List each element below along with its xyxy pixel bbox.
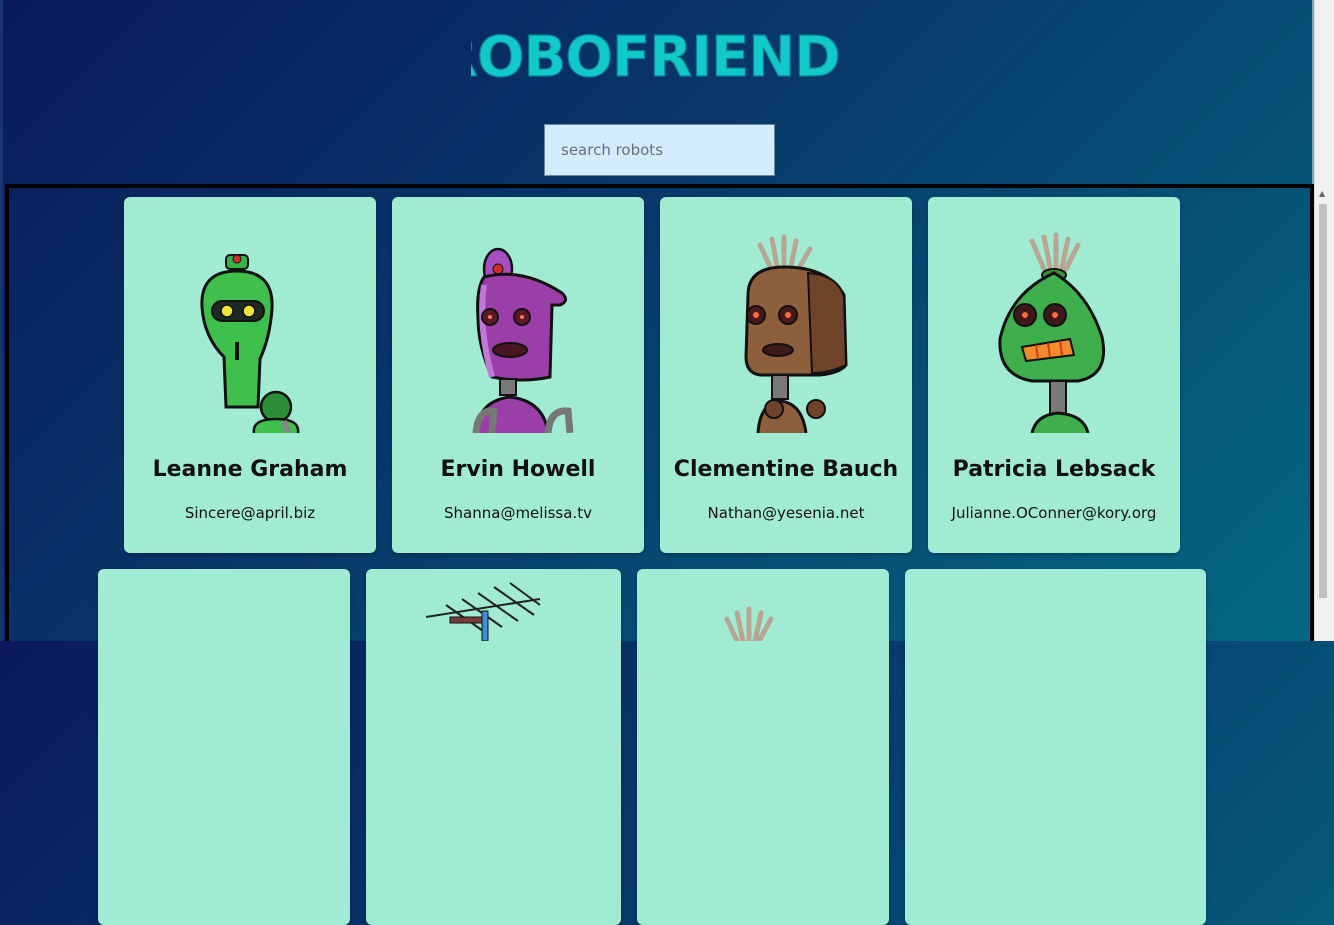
search-input[interactable] (544, 124, 775, 176)
card-list-scrollbar[interactable]: ▲ (1317, 188, 1329, 641)
robot-avatar-brown (744, 234, 848, 433)
robot-email: Julianne.OConner@kory.org (951, 504, 1157, 522)
robot-email: Nathan@yesenia.net (707, 504, 865, 522)
robot-card[interactable] (905, 569, 1206, 925)
robot-name: Ervin Howell (440, 457, 596, 482)
robot-card[interactable] (366, 569, 621, 925)
robot-antenna-icon (425, 582, 541, 641)
robot-card[interactable]: Leanne Graham Sincere@april.biz (124, 197, 376, 553)
robot-avatar-green-hat (200, 254, 300, 433)
robot-name: Clementine Bauch (673, 457, 899, 482)
robot-email: Sincere@april.biz (184, 504, 316, 522)
robot-avatar-green-round (998, 232, 1106, 433)
app-title-text: ROBOFRIENDS (471, 25, 843, 84)
robot-name: Patricia Lebsack (952, 457, 1156, 482)
robot-card[interactable]: Ervin Howell Shanna@melissa.tv (392, 197, 644, 553)
robot-card[interactable]: Clementine Bauch Nathan@yesenia.net (660, 197, 912, 553)
robot-avatar-purple (472, 247, 574, 433)
app-title: ROBOFRIENDS (0, 24, 1314, 88)
robot-card[interactable] (637, 569, 889, 925)
robot-card[interactable]: Patricia Lebsack Julianne.OConner@kory.o… (928, 197, 1180, 553)
robot-hair-icon (724, 606, 774, 641)
robot-email: Shanna@melissa.tv (444, 504, 592, 522)
robot-name: Leanne Graham (152, 457, 348, 482)
scrollbar-thumb[interactable] (1319, 204, 1327, 598)
scroll-up-arrow-icon[interactable]: ▲ (1319, 190, 1325, 198)
robot-card[interactable] (98, 569, 350, 925)
